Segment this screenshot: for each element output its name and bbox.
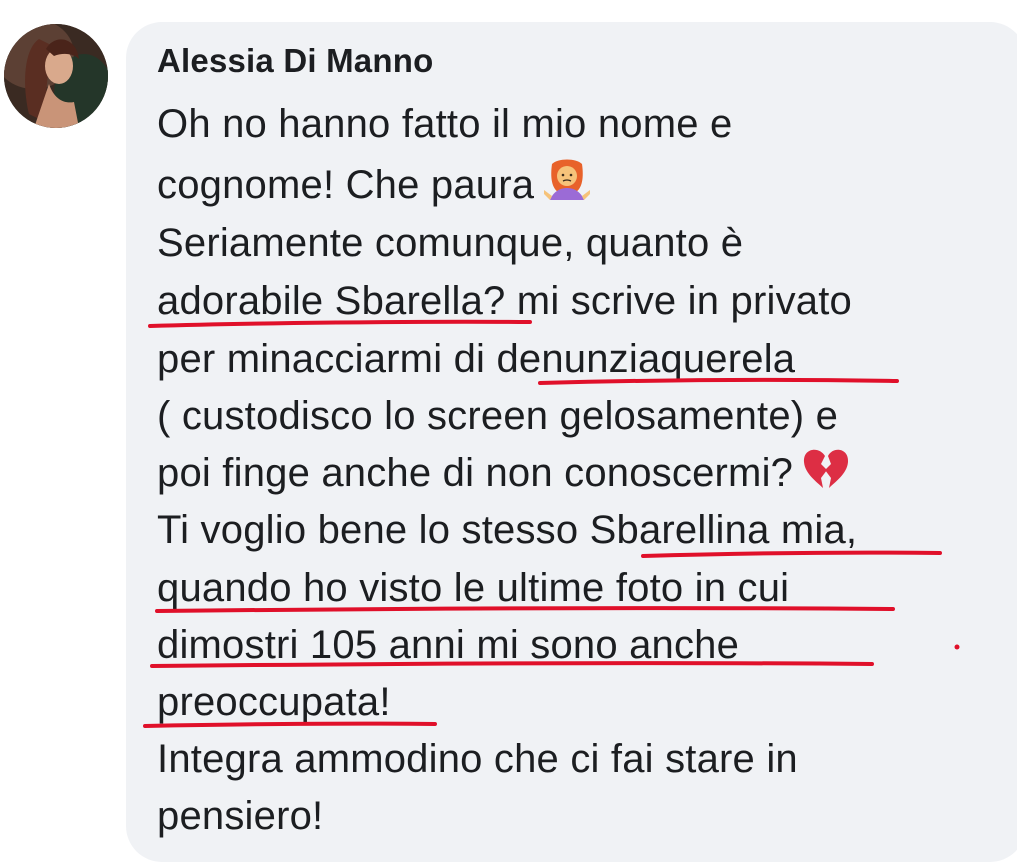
comment-line: quando ho visto le ultime foto in cui: [157, 566, 790, 610]
comment-line: poi finge anche di non conoscermi?: [157, 449, 851, 500]
comment-line: dimostri 105 anni mi sono anche: [157, 623, 740, 667]
comment-line: Seriamente comunque, quanto è: [157, 221, 744, 265]
person-shrugging-emoji-icon: [542, 156, 592, 206]
comment-line: adorabile Sbarella? mi scrive in privato: [157, 279, 852, 323]
comment-line: Ti voglio bene lo stesso Sbarellina mia,: [157, 508, 858, 552]
comment-line: per minacciarmi di denunziaquerela: [157, 337, 796, 381]
comment-line: Oh no hanno fatto il mio nome e: [157, 102, 733, 146]
comment-line: pensiero!: [157, 794, 324, 838]
comment-line: preoccupata!: [157, 680, 391, 724]
comment-line: Integra ammodino che ci fai stare in: [157, 737, 798, 781]
comment-line: cognome! Che paura: [157, 159, 592, 212]
profile-photo-icon: [4, 24, 108, 128]
avatar[interactable]: [4, 24, 108, 128]
broken-heart-emoji-icon: [801, 444, 851, 494]
comment-line: ( custodisco lo screen gelosamente) e: [157, 394, 839, 438]
comment-line-text: cognome! Che paura: [157, 163, 535, 207]
comment-line-text: poi finge anche di non conoscermi?: [157, 451, 794, 495]
comment-author[interactable]: Alessia Di Manno: [157, 42, 433, 80]
